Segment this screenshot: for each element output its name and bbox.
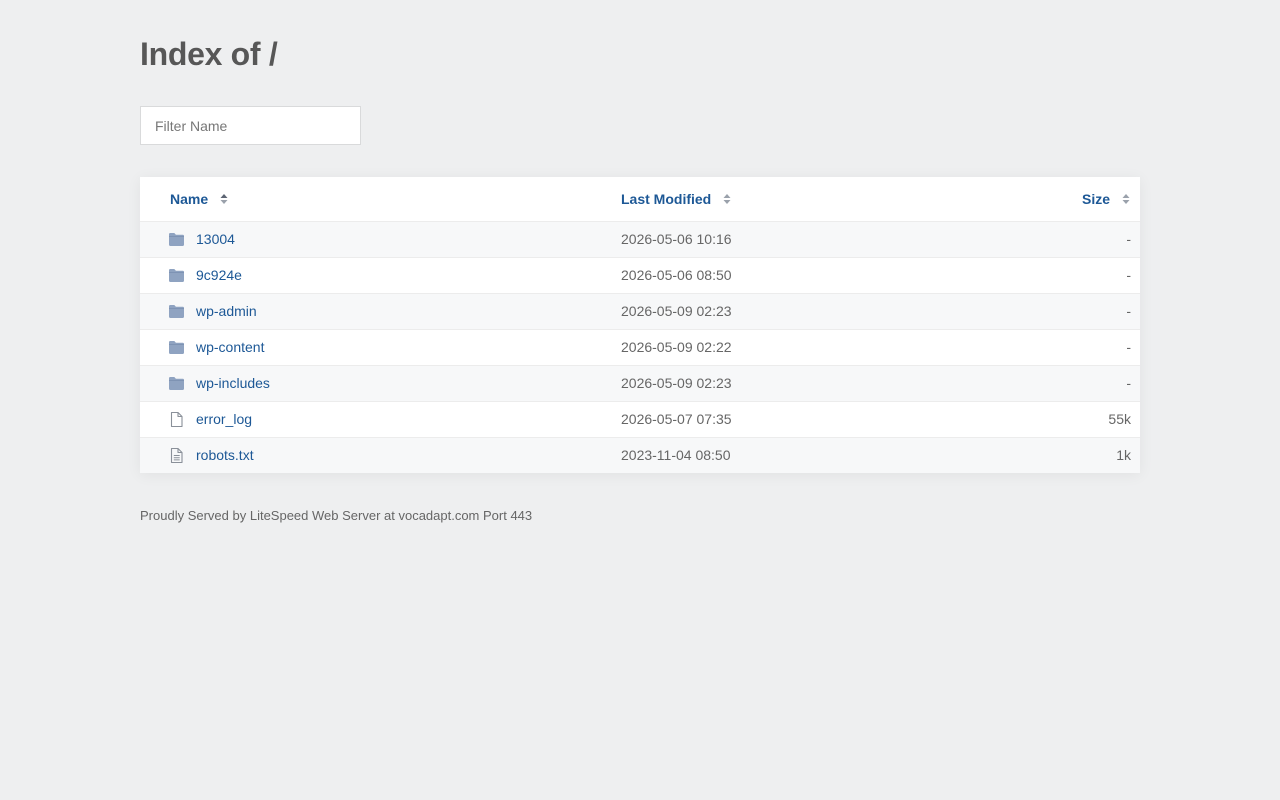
file-link[interactable]: 13004	[196, 222, 235, 257]
sort-by-last-modified-header[interactable]: Last Modified	[621, 177, 731, 221]
page-title: Index of /	[140, 36, 278, 72]
table-row: 13004 2026-05-06 10:16 -	[140, 222, 1140, 258]
folder-icon	[169, 233, 184, 246]
file-listing-table: Name Last Modified Size 13004 2026-05-06…	[140, 177, 1140, 473]
table-row: 9c924e 2026-05-06 08:50 -	[140, 258, 1140, 294]
file-link[interactable]: 9c924e	[196, 258, 242, 293]
folder-icon	[169, 341, 184, 354]
last-modified-cell: 2026-05-09 02:22	[621, 339, 732, 355]
server-footer: Proudly Served by LiteSpeed Web Server a…	[140, 508, 533, 523]
size-cell: -	[1126, 267, 1131, 283]
sort-arrows-icon	[1122, 194, 1130, 205]
table-row: robots.txt 2023-11-04 08:50 1k	[140, 438, 1140, 473]
file-link[interactable]: wp-admin	[196, 294, 257, 329]
last-modified-cell: 2026-05-09 02:23	[621, 375, 732, 391]
table-body: 13004 2026-05-06 10:16 - 9c924e 2026-05-…	[140, 222, 1140, 473]
file-link[interactable]: error_log	[196, 402, 252, 437]
size-cell: -	[1126, 231, 1131, 247]
size-cell: -	[1126, 303, 1131, 319]
file-link[interactable]: wp-includes	[196, 366, 270, 401]
last-modified-cell: 2026-05-06 10:16	[621, 231, 732, 247]
folder-icon	[169, 305, 184, 318]
filter-name-input[interactable]	[140, 106, 361, 145]
last-modified-cell: 2023-11-04 08:50	[621, 447, 731, 463]
text-file-icon	[170, 447, 183, 464]
last-modified-cell: 2026-05-06 08:50	[621, 267, 732, 283]
last-modified-cell: 2026-05-09 02:23	[621, 303, 732, 319]
sort-by-name-header[interactable]: Name	[170, 177, 228, 221]
last-modified-cell: 2026-05-07 07:35	[621, 411, 732, 427]
table-row: wp-admin 2026-05-09 02:23 -	[140, 294, 1140, 330]
sort-by-size-header[interactable]: Size	[1082, 177, 1130, 221]
sort-arrows-icon	[220, 194, 228, 205]
file-link[interactable]: robots.txt	[196, 438, 254, 473]
size-cell: 55k	[1108, 411, 1131, 427]
size-cell: -	[1126, 339, 1131, 355]
size-header-label: Size	[1081, 191, 1110, 207]
table-row: wp-includes 2026-05-09 02:23 -	[140, 366, 1140, 402]
name-header-label: Name	[170, 191, 209, 207]
folder-icon	[169, 377, 184, 390]
size-cell: -	[1126, 375, 1131, 391]
file-icon	[170, 411, 183, 428]
table-row: error_log 2026-05-07 07:35 55k	[140, 402, 1140, 438]
table-row: wp-content 2026-05-09 02:22 -	[140, 330, 1140, 366]
sort-arrows-icon	[723, 194, 731, 205]
file-link[interactable]: wp-content	[196, 330, 264, 365]
size-cell: 1k	[1116, 447, 1131, 463]
table-header: Name Last Modified Size	[140, 177, 1140, 222]
folder-icon	[169, 269, 184, 282]
last-modified-header-label: Last Modified	[621, 191, 712, 207]
